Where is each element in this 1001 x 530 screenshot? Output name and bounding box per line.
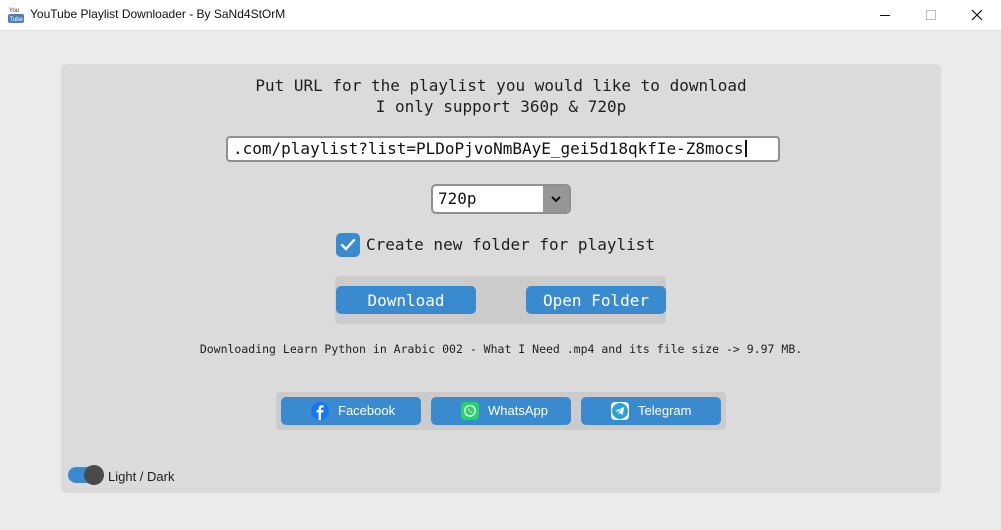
open-folder-button[interactable]: Open Folder [526, 286, 666, 314]
quality-select[interactable]: 720p [431, 184, 571, 214]
checkmark-icon [340, 238, 356, 251]
url-input-text: .com/playlist?list=PLDoPjvoNmBAyE_gei5d1… [233, 139, 744, 158]
telegram-icon [611, 402, 629, 420]
download-button[interactable]: Download [336, 286, 476, 314]
new-folder-checkbox[interactable] [336, 233, 360, 257]
minimize-icon [880, 15, 890, 16]
whatsapp-button[interactable]: WhatsApp [431, 397, 571, 425]
toggle-knob [84, 465, 104, 485]
facebook-button[interactable]: Facebook [281, 397, 421, 425]
theme-toggle-switch[interactable] [68, 465, 104, 485]
theme-toggle-label: Light / Dark [108, 469, 175, 484]
instruction-heading: Put URL for the playlist you would like … [255, 76, 747, 95]
maximize-button[interactable] [908, 0, 954, 30]
playlist-url-input[interactable]: .com/playlist?list=PLDoPjvoNmBAyE_gei5d1… [226, 136, 780, 162]
youtube-app-icon: You Tube [8, 6, 24, 24]
text-caret [744, 140, 747, 157]
close-icon [971, 9, 983, 21]
download-status-text: Downloading Learn Python in Arabic 002 -… [199, 342, 803, 356]
minimize-button[interactable] [862, 0, 908, 30]
supported-quality-note: I only support 360p & 720p [375, 97, 627, 116]
close-button[interactable] [954, 0, 1000, 30]
chevron-down-icon [551, 196, 561, 203]
quality-select-value: 720p [438, 189, 477, 208]
new-folder-checkbox-label[interactable]: Create new folder for playlist [366, 235, 655, 254]
telegram-label: Telegram [638, 403, 692, 418]
app-icon-text-bottom: Tube [10, 17, 24, 23]
quality-dropdown-button[interactable] [543, 186, 569, 212]
main-panel: Put URL for the playlist you would like … [61, 64, 941, 493]
window-title: YouTube Playlist Downloader - By SaNd4St… [30, 7, 286, 21]
app-icon-text-top: You [9, 8, 19, 14]
maximize-icon [926, 10, 936, 20]
facebook-icon [311, 402, 329, 420]
facebook-label: Facebook [338, 403, 396, 418]
telegram-button[interactable]: Telegram [581, 397, 721, 425]
whatsapp-label: WhatsApp [488, 403, 548, 418]
whatsapp-icon [461, 402, 479, 420]
title-bar: You Tube YouTube Playlist Downloader - B… [0, 0, 1001, 31]
